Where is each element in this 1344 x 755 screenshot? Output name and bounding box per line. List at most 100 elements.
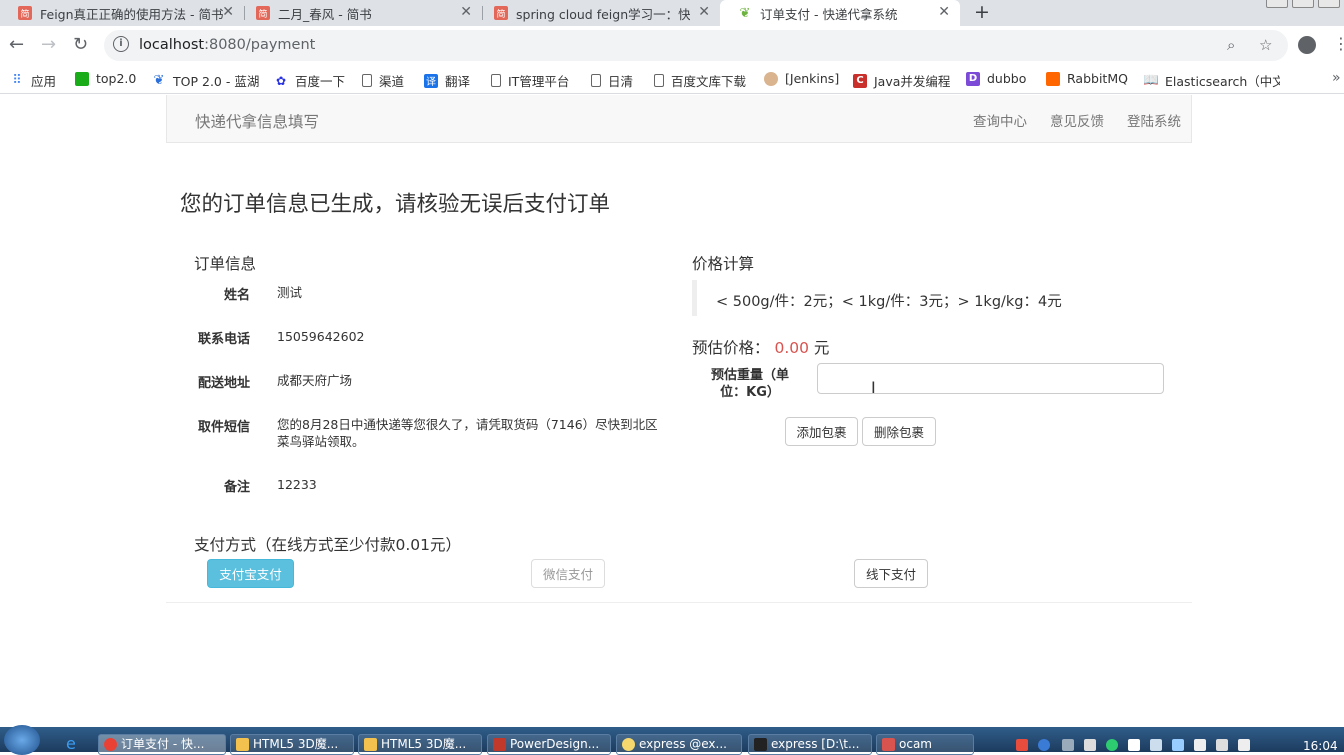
system-tray (1006, 727, 1344, 752)
info-icon[interactable]: i (113, 36, 129, 52)
tab-title: Feign真正正确的使用方法 - 简书 (40, 6, 224, 22)
close-icon[interactable]: ✕ (698, 4, 710, 20)
tab-title: 订单支付 - 快递代拿系统 (760, 6, 898, 22)
usb-icon[interactable] (1194, 739, 1206, 751)
nav-link-login[interactable]: 登陆系统 (1127, 110, 1181, 130)
help-icon[interactable] (1038, 739, 1050, 751)
jenkins-icon (764, 71, 778, 86)
bookmark-item[interactable]: 📖 Elasticsearch（中文 (1144, 71, 1280, 90)
show-hidden-icon[interactable] (1084, 739, 1096, 751)
browser-tabstrip: 简 Feign真正正确的使用方法 - 简书 ✕ 简 二月_春风 - 简书 ✕ 简… (0, 0, 1344, 26)
bluetooth-icon[interactable] (1128, 739, 1140, 751)
start-button-icon[interactable] (4, 725, 40, 755)
order-info-heading: 订单信息 (194, 255, 257, 273)
profile-avatar-icon[interactable] (1298, 36, 1316, 54)
weight-label: 预估重量（单位：KG） (710, 368, 789, 400)
sogou-icon[interactable] (1016, 739, 1028, 751)
zoom-search-icon[interactable]: ⌕ (1227, 36, 1235, 54)
star-icon[interactable]: ☆ (1259, 36, 1272, 54)
price-calc-heading: 价格计算 (692, 255, 755, 273)
jianshu-favicon-icon: 简 (18, 6, 32, 20)
url-text[interactable]: localhost:8080/payment (139, 37, 315, 53)
clock[interactable]: 16:04 (1303, 739, 1338, 753)
network-icon[interactable] (1062, 739, 1074, 751)
close-icon[interactable]: ✕ (938, 4, 950, 20)
bookmark-item[interactable]: ❦ TOP 2.0 - 蓝湖 (152, 71, 260, 90)
browser-tab[interactable]: 简 二月_春风 - 简书 ✕ (238, 0, 482, 26)
bookmark-item[interactable]: 渠道 (362, 71, 404, 90)
address-value: 成都天府广场 (277, 373, 353, 388)
forward-icon[interactable]: → (41, 34, 56, 55)
restore-icon[interactable] (1292, 0, 1314, 8)
back-icon[interactable]: ← (9, 34, 24, 55)
price-rule: < 500g/件：2元；< 1kg/件：3元；> 1kg/kg：4元 (716, 294, 1062, 310)
estimate-value: 0.00 (774, 339, 809, 357)
payment-heading: 支付方式（在线方式至少付款0.01元） (194, 536, 462, 554)
wechat-icon[interactable] (1106, 739, 1118, 751)
remark-label: 备注 (223, 480, 250, 495)
bookmark-item[interactable]: IT管理平台 (491, 71, 569, 90)
tab-title: 二月_春风 - 简书 (278, 6, 372, 22)
wechat-pay-button[interactable]: 微信支付 (531, 559, 605, 588)
site-navbar: 快递代拿信息填写 查询中心 意见反馈 登陆系统 (166, 95, 1192, 143)
nav-link-query[interactable]: 查询中心 (973, 110, 1027, 130)
add-package-button[interactable]: 添加包裹 (785, 417, 858, 446)
page-icon (362, 74, 372, 87)
ie-icon[interactable]: e (66, 734, 76, 753)
close-icon[interactable]: ✕ (222, 4, 234, 20)
folder-icon (236, 738, 249, 751)
browser-tab-active[interactable]: ❦ 订单支付 - 快递代拿系统 ✕ (720, 0, 960, 26)
site-brand[interactable]: 快递代拿信息填写 (195, 110, 319, 132)
alipay-button[interactable]: 支付宝支付 (207, 559, 294, 588)
ocam-icon (882, 738, 895, 751)
bookmark-item[interactable]: 译翻译 (424, 71, 470, 90)
bookmark-apps[interactable]: ⠿ 应用 (10, 71, 56, 90)
lanhu-icon: ❦ (153, 73, 165, 88)
chrome-icon (104, 738, 117, 751)
bookmark-item[interactable]: 百度文库下载 (654, 71, 746, 90)
bookmark-item[interactable]: ✿ 百度一下 (274, 71, 345, 90)
mail-icon[interactable] (1150, 739, 1162, 751)
estimate-price: 预估价格： 0.00 元 (692, 339, 830, 357)
nav-link-feedback[interactable]: 意见反馈 (1050, 110, 1104, 130)
lightbulb-icon (622, 738, 635, 751)
bookmark-item[interactable]: RabbitMQ (1046, 71, 1128, 86)
bookmark-item[interactable]: top2.0 (75, 71, 136, 86)
browser-toolbar: ← → ↻ i localhost:8080/payment ⌕ ☆ ⋮ (0, 26, 1344, 66)
book-icon: 📖 (1144, 73, 1160, 88)
weight-input[interactable] (817, 363, 1164, 394)
intellij-icon (754, 738, 767, 751)
jianshu-favicon-icon: 简 (494, 6, 508, 20)
bookmark-item[interactable]: 日清 (591, 71, 633, 90)
rabbitmq-icon (1046, 71, 1060, 86)
volume-icon[interactable] (1238, 739, 1250, 751)
network-signal-icon[interactable] (1216, 739, 1228, 751)
address-bar[interactable]: i localhost:8080/payment ⌕ ☆ (104, 30, 1288, 61)
bookmark-item[interactable]: [Jenkins] (764, 71, 839, 86)
browser-tab[interactable]: 简 Feign真正正确的使用方法 - 简书 ✕ (0, 0, 244, 26)
window-close-icon[interactable] (1318, 0, 1340, 8)
remove-package-button[interactable]: 删除包裹 (862, 417, 936, 446)
remark-value: 12233 (277, 477, 317, 492)
name-label: 姓名 (223, 288, 250, 303)
green-square-icon (75, 71, 89, 86)
minimize-icon[interactable] (1266, 0, 1288, 8)
csdn-icon: C (853, 73, 867, 88)
apps-grid-icon: ⠿ (12, 73, 22, 88)
menu-dots-icon[interactable]: ⋮ (1333, 34, 1344, 53)
new-tab-icon[interactable]: + (974, 1, 990, 23)
sms-label: 取件短信 (197, 420, 250, 435)
phone-label: 联系电话 (197, 332, 250, 347)
close-icon[interactable]: ✕ (460, 4, 472, 20)
offline-pay-button[interactable]: 线下支付 (854, 559, 928, 588)
page-icon (654, 74, 664, 87)
bookmark-item[interactable]: C Java并发编程 (853, 71, 950, 90)
more-bookmarks-icon[interactable]: » (1332, 70, 1341, 86)
pen-icon[interactable] (1172, 739, 1184, 751)
windows-taskbar: e 订单支付 - 快... HTML5 3D魔... HTML5 3D魔... … (0, 725, 1344, 755)
reload-icon[interactable]: ↻ (73, 34, 88, 55)
powerdesigner-icon (493, 738, 506, 751)
name-value: 测试 (277, 285, 303, 300)
browser-tab[interactable]: 简 spring cloud feign学习一：快速 ✕ (476, 0, 720, 26)
bookmark-item[interactable]: Ddubbo (966, 71, 1026, 86)
